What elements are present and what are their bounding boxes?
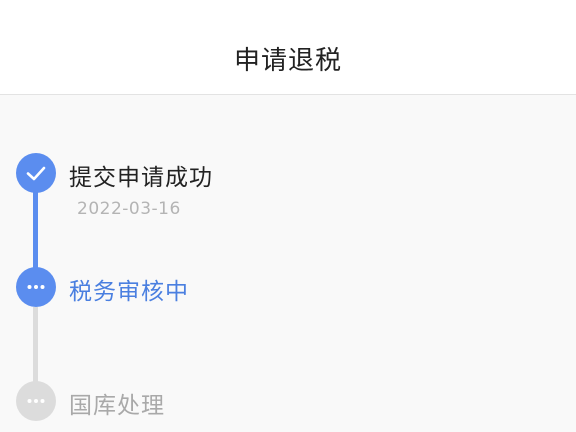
step-label-review: 税务审核中 — [69, 279, 189, 305]
ellipsis-icon — [27, 399, 45, 403]
step-node-treasury — [16, 381, 56, 421]
step-node-submitted — [16, 153, 56, 193]
step-node-review — [16, 267, 56, 307]
nav-header: 申请退税 — [0, 0, 576, 95]
step-date-submitted: 2022-03-16 — [77, 199, 181, 219]
ellipsis-icon — [27, 285, 45, 289]
step-label-treasury: 国库处理 — [69, 393, 165, 419]
check-icon — [26, 166, 46, 181]
refund-progress-timeline: 提交申请成功 2022-03-16 税务审核中 国库处理 — [0, 95, 576, 432]
step-label-submitted: 提交申请成功 — [69, 165, 213, 191]
page-title: 申请退税 — [233, 46, 342, 76]
